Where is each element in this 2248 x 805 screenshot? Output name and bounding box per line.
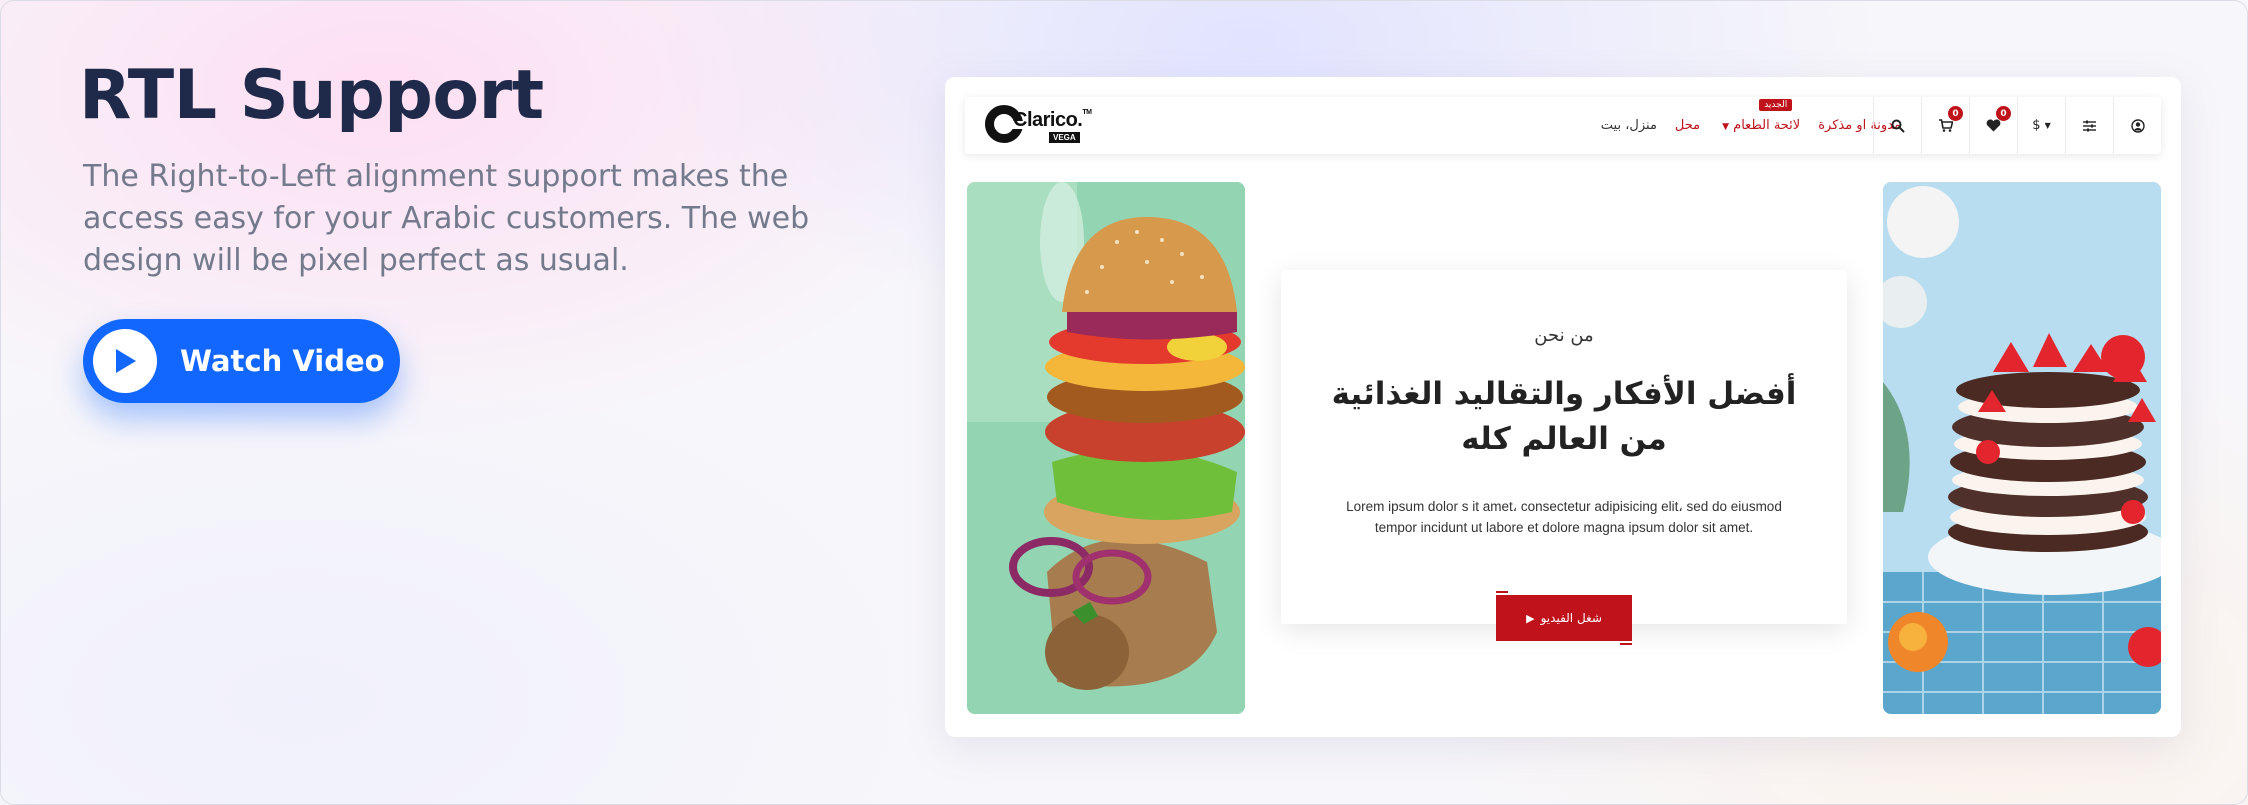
play-video-label: شغل الفيديو bbox=[1540, 611, 1602, 625]
site-header: Clarico.TM VEGA مدونة او مذكرة الجديد ▼ … bbox=[965, 97, 2161, 154]
card-body-text: Lorem ipsum dolor s it amet، consectetur… bbox=[1346, 499, 1782, 535]
about-label: من نحن bbox=[1534, 325, 1594, 346]
menu-item-food-menu[interactable]: الجديد ▼ لائحة الطعام bbox=[1718, 99, 1801, 133]
site-logo[interactable]: Clarico.TM VEGA bbox=[985, 103, 1095, 147]
search-button[interactable] bbox=[1873, 97, 1921, 154]
logo-sub: VEGA bbox=[1049, 132, 1080, 143]
pancake-image bbox=[1883, 182, 2161, 714]
user-icon bbox=[2130, 118, 2145, 133]
play-icon bbox=[93, 329, 157, 393]
about-card: من نحن أفضل الأفكار والتقاليد الغذائية م… bbox=[1281, 270, 1847, 624]
settings-button[interactable] bbox=[2065, 97, 2113, 154]
wishlist-button[interactable]: 0 bbox=[1969, 97, 2017, 154]
cart-icon bbox=[1938, 119, 1953, 132]
header-icons: 0 0 $ ▼ bbox=[1873, 97, 2161, 154]
hero-description: The Right-to-Left alignment support make… bbox=[83, 159, 810, 278]
rtl-site-preview: Clarico.TM VEGA مدونة او مذكرة الجديد ▼ … bbox=[945, 77, 2181, 737]
chevron-down-icon: ▼ bbox=[2044, 121, 2051, 130]
play-video-button[interactable]: شغل الفيديو ▶ bbox=[1496, 591, 1632, 645]
menu-item-home[interactable]: منزل، بيت bbox=[1601, 118, 1657, 133]
heart-icon bbox=[1986, 119, 2001, 132]
hero-title: RTL Support bbox=[79, 56, 544, 135]
card-headline: أفضل الأفكار والتقاليد الغذائية من العال… bbox=[1331, 376, 1797, 457]
menu-item-shop[interactable]: محل bbox=[1675, 118, 1700, 133]
currency-label: $ bbox=[2032, 118, 2041, 133]
burger-image bbox=[967, 182, 1245, 714]
watch-video-label: Watch Video bbox=[180, 344, 385, 378]
chevron-down-icon: ▼ bbox=[1722, 122, 1730, 132]
logo-text: Clarico.TM bbox=[1013, 109, 1092, 131]
watch-video-button[interactable]: Watch Video bbox=[83, 319, 400, 403]
main-menu: مدونة او مذكرة الجديد ▼ لائحة الطعام محل… bbox=[1601, 97, 1901, 154]
sliders-icon bbox=[2083, 120, 2096, 131]
menu-item-label: لائحة الطعام bbox=[1733, 118, 1801, 133]
currency-select[interactable]: $ ▼ bbox=[2017, 97, 2065, 154]
play-icon: ▶ bbox=[1526, 611, 1535, 625]
new-badge: الجديد bbox=[1759, 99, 1793, 111]
cart-button[interactable]: 0 bbox=[1921, 97, 1969, 154]
wishlist-count: 0 bbox=[1996, 106, 2011, 121]
search-icon bbox=[1891, 119, 1905, 133]
cart-count: 0 bbox=[1948, 106, 1963, 121]
account-button[interactable] bbox=[2113, 97, 2161, 154]
